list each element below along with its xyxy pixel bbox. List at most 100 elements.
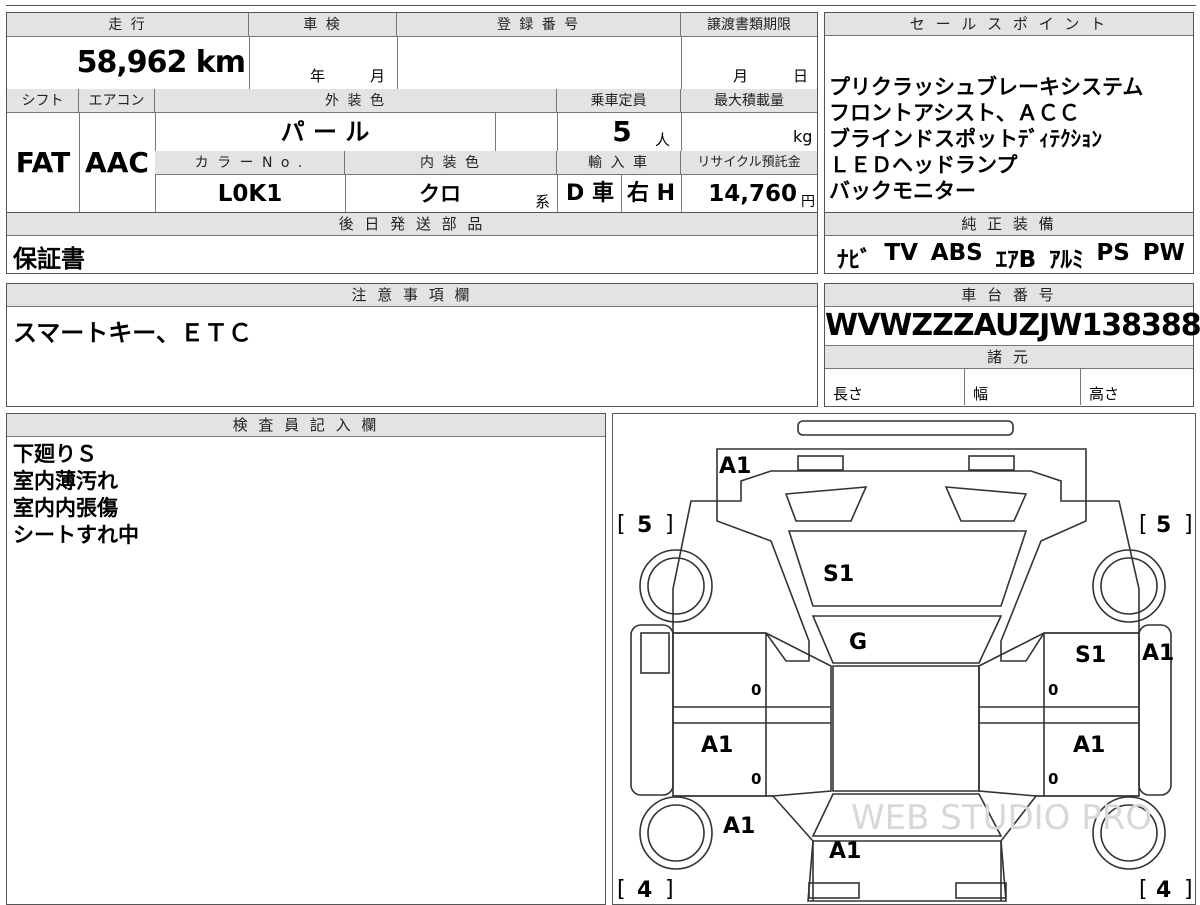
top-clipped-strip	[6, 0, 1196, 6]
color-no-value: L0K1	[217, 181, 283, 207]
chassis-number: WVWZZZAUZJW138388	[825, 307, 1200, 346]
mark-left-rear-door: A1	[701, 733, 733, 758]
tire-front-right-bracket-close: ]	[1184, 512, 1193, 537]
spec-length: 長さ	[825, 369, 965, 405]
tire-rear-left-value: 4	[637, 878, 652, 903]
mileage-value: 58,962 km	[76, 45, 246, 80]
equipment-header: 純 正 装 備	[825, 213, 1193, 236]
equipment-box: 純 正 装 備 ﾅﾋﾞ TV ABS ｴｱB ｱﾙﾐ PS PW	[824, 212, 1194, 274]
capacity-label: 乗車定員	[557, 89, 681, 113]
mark-right-front-edge: A1	[1142, 641, 1174, 666]
door-zero-fl: 0	[751, 681, 761, 699]
aircon-label: エアコン	[79, 89, 155, 113]
exterior-color-label: 外 装 色	[155, 89, 557, 113]
inspector-lines: 下廻りＳ 室内薄汚れ 室内内張傷 シートすれ中	[7, 437, 605, 553]
later-parts-header: 後 日 発 送 部 品	[7, 213, 817, 236]
sales-points-box: セ ー ル ス ポ イ ン ト プリクラッシュブレーキシステム フロントアシスト…	[824, 12, 1194, 214]
mark-left-rear-quarter: A1	[723, 814, 755, 839]
notes-header: 注 意 事 項 欄	[7, 284, 817, 307]
sales-point-line: ブラインドスポットﾃﾞｨﾃｸｼｮﾝ	[829, 127, 1102, 151]
shift-value: FAT	[15, 146, 71, 179]
mark-windshield: G	[849, 630, 867, 655]
specs-row: 長さ 幅 高さ	[825, 369, 1193, 405]
registration-label: 登 録 番 号	[397, 13, 681, 37]
car-diagram-box: WEB STUDIO PRO [ 5 ] [ 5 ] [ 4 ] [ 4 ] A…	[612, 413, 1196, 905]
mark-right-front-fender: S1	[1075, 643, 1106, 668]
capacity-value: 5	[612, 115, 632, 148]
recycle-unit: 円	[801, 194, 815, 210]
equipment-nav: ﾅﾋﾞ	[837, 247, 872, 273]
specs-header: 諸 元	[825, 346, 1193, 369]
notes-box: 注 意 事 項 欄 スマートキー、ＥＴＣ	[6, 283, 818, 407]
door-zero-rl: 0	[751, 770, 761, 788]
max-load-label: 最大積載量	[681, 89, 817, 113]
deadline-month-unit: 月	[733, 67, 749, 85]
car-diagram: WEB STUDIO PRO [ 5 ] [ 5 ] [ 4 ] [ 4 ] A…	[617, 420, 1193, 903]
door-zero-fr: 0	[1048, 681, 1058, 699]
capacity-unit: 人	[655, 131, 671, 149]
later-parts-value: 保証書	[13, 245, 85, 273]
equipment-list: ﾅﾋﾞ TV ABS ｴｱB ｱﾙﾐ PS PW	[825, 236, 1193, 274]
inspector-header: 検 査 員 記 入 欄	[7, 414, 605, 437]
equipment-abs: ABS	[930, 240, 983, 266]
interior-color-label: 内 装 色	[345, 151, 557, 175]
sales-point-line: プリクラッシュブレーキシステム	[829, 75, 1144, 99]
recycle-label: リサイクル預託金	[681, 151, 817, 175]
shaken-month-unit: 月	[370, 67, 386, 85]
import-value-d: D 車	[566, 181, 614, 206]
interior-color-value: クロ	[419, 182, 461, 206]
tire-rear-left-bracket-close: ]	[665, 877, 674, 902]
chassis-box: 車 台 番 号 WVWZZZAUZJW138388 諸 元 長さ 幅 高さ	[824, 283, 1200, 407]
tire-front-left-bracket-open: [	[617, 512, 626, 537]
sales-points-header: セ ー ル ス ポ イ ン ト	[825, 13, 1193, 36]
mark-front-bumper: A1	[719, 454, 751, 479]
transfer-deadline-label: 譲渡書類期限	[681, 13, 817, 37]
tire-front-left-value: 5	[637, 513, 652, 538]
recycle-value: 14,760	[708, 181, 797, 207]
tire-rear-right-bracket-open: [	[1139, 877, 1148, 902]
equipment-tv: TV	[884, 240, 918, 266]
inspector-line: 室内内張傷	[13, 496, 118, 520]
tire-front-right-bracket-open: [	[1139, 512, 1148, 537]
shift-label: シフト	[7, 89, 79, 113]
mark-bonnet: S1	[823, 562, 854, 587]
mark-right-rear-door: A1	[1073, 733, 1105, 758]
watermark-text: WEB STUDIO PRO	[851, 798, 1152, 838]
import-value-rh: 右 H	[626, 181, 676, 206]
sales-point-line: ＬＥＤヘッドランプ	[829, 153, 1018, 177]
interior-color-suffix: 系	[535, 193, 551, 211]
inspector-line: シートすれ中	[13, 523, 139, 547]
spec-height: 高さ	[1089, 385, 1120, 403]
equipment-ps: PS	[1096, 240, 1130, 266]
equipment-airbag: ｴｱB	[995, 247, 1037, 273]
tire-front-left-bracket-close: ]	[665, 512, 674, 537]
spec-width: 幅	[965, 369, 1081, 405]
max-load-unit: kg	[793, 127, 813, 146]
equipment-alloy: ｱﾙﾐ	[1049, 247, 1084, 273]
import-label: 輸 入 車	[557, 151, 681, 175]
deadline-day-unit: 日	[793, 67, 809, 85]
later-parts-box: 後 日 発 送 部 品 保証書	[6, 212, 818, 274]
aircon-value: AAC	[85, 146, 149, 179]
door-zero-rr: 0	[1048, 770, 1058, 788]
notes-value: スマートキー、ＥＴＣ	[13, 319, 253, 347]
exterior-color-value: パ ー ル	[280, 118, 370, 146]
shaken-label: 車 検	[249, 13, 397, 37]
inspector-line: 下廻りＳ	[13, 442, 97, 466]
sales-points-list: プリクラッシュブレーキシステム フロントアシスト、ＡＣＣ ブラインドスポットﾃﾞ…	[825, 36, 1193, 204]
color-no-label: カ ラ ー N o .	[155, 151, 345, 175]
tire-rear-left-bracket-open: [	[617, 877, 626, 902]
tire-rear-right-value: 4	[1156, 878, 1171, 903]
shaken-year-unit: 年	[310, 67, 326, 85]
vehicle-info-grid: 走 行 車 検 登 録 番 号 譲渡書類期限 58,962 km 年 月 月 日…	[6, 12, 818, 214]
chassis-header: 車 台 番 号	[825, 284, 1193, 307]
sales-point-line: バックモニター	[829, 179, 976, 203]
mark-tailgate: A1	[829, 839, 861, 864]
mileage-label: 走 行	[7, 13, 249, 37]
tire-front-right-value: 5	[1156, 513, 1171, 538]
inspector-line: 室内薄汚れ	[13, 469, 118, 493]
inspector-box: 検 査 員 記 入 欄 下廻りＳ 室内薄汚れ 室内内張傷 シートすれ中	[6, 413, 606, 905]
sales-point-line: フロントアシスト、ＡＣＣ	[829, 101, 1080, 125]
equipment-pw: PW	[1142, 240, 1185, 266]
tire-rear-right-bracket-close: ]	[1184, 877, 1193, 902]
